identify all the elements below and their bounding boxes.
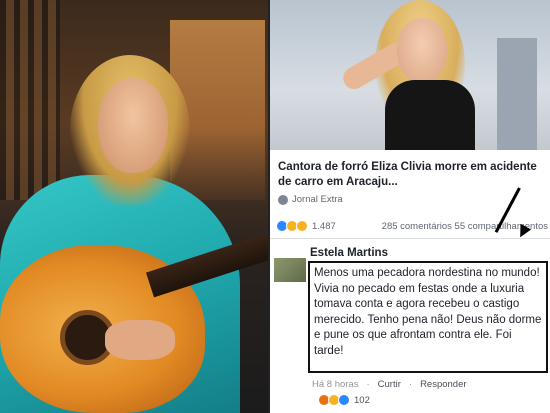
news-photo[interactable] (270, 0, 550, 150)
background-building (497, 38, 537, 150)
reactions-bar: 1.487 285 comentários 55 compartilhament… (276, 220, 548, 232)
comment-reactions[interactable]: 102 (318, 394, 370, 406)
comment-reaction-count: 102 (354, 394, 370, 406)
comment-author[interactable]: Estela Martins (310, 247, 388, 259)
news-source[interactable]: Jornal Extra (278, 194, 343, 205)
news-source-label: Jornal Extra (292, 194, 343, 205)
separator-dot: · (408, 379, 413, 390)
background-railing (0, 0, 60, 200)
divider (270, 238, 550, 239)
singer-face (98, 78, 168, 173)
news-photo-face (397, 18, 447, 83)
avatar[interactable] (274, 258, 306, 282)
reaction-icons[interactable] (276, 220, 308, 232)
news-photo-black-top (385, 80, 475, 150)
source-icon (278, 194, 288, 205)
strumming-hand (105, 320, 175, 360)
like-icon (338, 394, 350, 406)
like-link[interactable]: Curtir (378, 379, 401, 390)
separator-dot: · (366, 379, 370, 390)
singer-photo (0, 0, 268, 413)
news-headline[interactable]: Cantora de forró Eliza Clivia morre em a… (278, 160, 546, 190)
facebook-post: Cantora de forró Eliza Clivia morre em a… (268, 0, 550, 413)
reply-link[interactable]: Responder (420, 379, 466, 390)
comment-text: Menos uma pecadora nordestina no mundo! … (308, 261, 548, 373)
reaction-count[interactable]: 1.487 (312, 221, 336, 232)
comment-time[interactable]: Há 8 horas (312, 379, 358, 390)
comment-actions: Há 8 horas · Curtir · Responder (312, 379, 467, 390)
wow-icon (296, 220, 308, 232)
